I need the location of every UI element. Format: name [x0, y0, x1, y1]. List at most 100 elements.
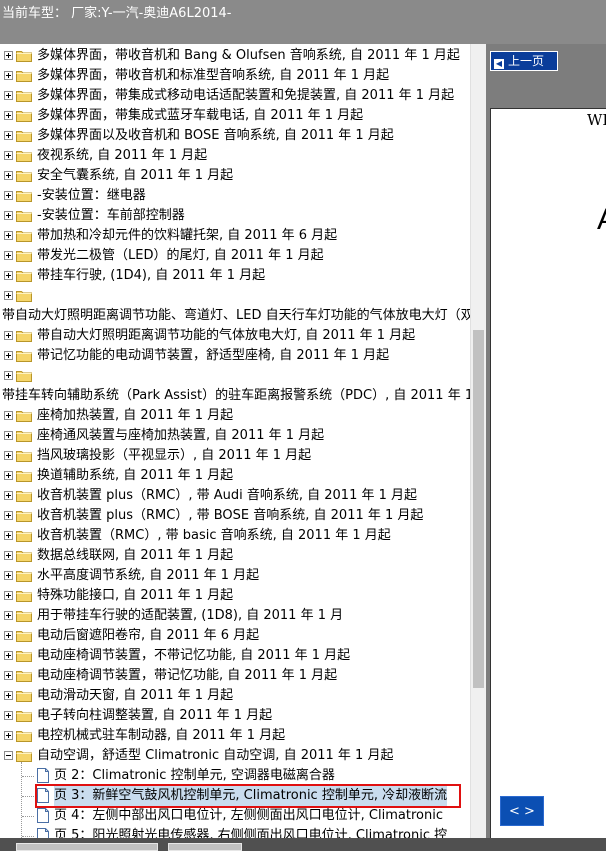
scrollbar-thumb[interactable]	[473, 330, 484, 688]
folder-icon	[16, 449, 32, 462]
expand-icon[interactable]	[4, 411, 13, 420]
tree-item-label: 座椅通风装置与座椅加热装置, 自 2011 年 1 月起	[37, 428, 325, 443]
expand-icon[interactable]	[4, 511, 13, 520]
current-vehicle-label: 当前车型： 厂家:Y-一汽-奥迪A6L2014-	[2, 6, 232, 21]
tree-item-label: 电动滑动天窗, 自 2011 年 1 月起	[37, 688, 234, 703]
previous-page-button[interactable]: ◀ 上一页	[490, 51, 558, 71]
tree-item-label: 电动座椅调节装置，不带记忆功能, 自 2011 年 1 月起	[37, 648, 351, 663]
document-page-icon	[37, 808, 49, 823]
expand-icon[interactable]	[4, 131, 13, 140]
folder-icon	[16, 189, 32, 202]
document-page-icon	[37, 768, 49, 783]
folder-icon	[16, 709, 32, 722]
collapse-icon[interactable]	[4, 751, 13, 760]
folder-icon	[16, 489, 32, 502]
tree-item-label: 带加热和冷却元件的饮料罐托架, 自 2011 年 6 月起	[37, 228, 338, 243]
previous-page-label: 上一页	[508, 54, 545, 68]
expand-icon[interactable]	[4, 191, 13, 200]
folder-icon	[16, 209, 32, 222]
document-viewer: ◀ 上一页 WI A < >	[486, 44, 606, 839]
expand-icon[interactable]	[4, 331, 13, 340]
expand-icon[interactable]	[4, 471, 13, 480]
tree-item-label: 电控机械式驻车制动器, 自 2011 年 1 月起	[37, 728, 286, 743]
tree-item-label: 页 4：左侧中部出风口电位计, 左侧侧面出风口电位计, Climatronic	[54, 808, 443, 823]
tree-scrollbar[interactable]	[470, 44, 486, 838]
tree-item-label: 收音机装置 plus（RMC）, 带 BOSE 音响系统, 自 2011 年 1…	[37, 508, 424, 523]
folder-icon	[16, 609, 32, 622]
title-bar: 当前车型： 厂家:Y-一汽-奥迪A6L2014-	[0, 0, 606, 44]
expand-icon[interactable]	[4, 491, 13, 500]
expand-icon[interactable]	[4, 91, 13, 100]
expand-icon[interactable]	[4, 371, 13, 380]
tree-item-label: 自动空调，舒适型 Climatronic 自动空调, 自 2011 年 1 月起	[37, 748, 394, 763]
expand-icon[interactable]	[4, 731, 13, 740]
folder-icon	[16, 529, 32, 542]
expand-icon[interactable]	[4, 171, 13, 180]
expand-icon[interactable]	[4, 111, 13, 120]
page-nav-button[interactable]: < >	[500, 796, 544, 826]
document-tree[interactable]: 多媒体界面，带收音机和 Bang & Olufsen 音响系统, 自 2011 …	[0, 44, 470, 838]
expand-icon[interactable]	[4, 531, 13, 540]
expand-icon[interactable]	[4, 351, 13, 360]
folder-icon	[16, 589, 32, 602]
expand-icon[interactable]	[4, 591, 13, 600]
folder-icon	[16, 689, 32, 702]
expand-icon[interactable]	[4, 431, 13, 440]
tree-item-label: 电子转向柱调整装置, 自 2011 年 1 月起	[37, 708, 273, 723]
expand-icon[interactable]	[4, 611, 13, 620]
tree-item-label: 多媒体界面，带收音机和标准型音响系统, 自 2011 年 1 月起	[37, 68, 390, 83]
tree-item-label: 挡风玻璃投影（平视显示）, 自 2011 年 1 月起	[37, 448, 312, 463]
tree-item-label: 收音机装置（RMC）, 带 basic 音响系统, 自 2011 年 1 月起	[37, 528, 391, 543]
expand-icon[interactable]	[4, 551, 13, 560]
expand-icon[interactable]	[4, 631, 13, 640]
folder-icon	[16, 429, 32, 442]
folder-icon	[16, 129, 32, 142]
expand-icon[interactable]	[4, 211, 13, 220]
folder-icon	[16, 369, 32, 382]
folder-icon	[16, 749, 32, 762]
folder-icon	[16, 89, 32, 102]
tree-item-label: -安装位置：车前部控制器	[37, 208, 185, 223]
arrow-left-icon: ◀	[494, 59, 504, 69]
bottom-tab-1[interactable]	[16, 843, 158, 851]
expand-icon[interactable]	[4, 651, 13, 660]
expand-icon[interactable]	[4, 291, 13, 300]
expand-icon[interactable]	[4, 271, 13, 280]
expand-icon[interactable]	[4, 671, 13, 680]
folder-icon	[16, 69, 32, 82]
document-page: WI A	[490, 108, 606, 839]
tree-item-label: 多媒体界面，带集成式移动电话适配装置和免提装置, 自 2011 年 1 月起	[37, 88, 455, 103]
tree-item-label: 数据总线联网, 自 2011 年 1 月起	[37, 548, 234, 563]
expand-icon[interactable]	[4, 71, 13, 80]
tree-item-label: 收音机装置 plus（RMC）, 带 Audi 音响系统, 自 2011 年 1…	[37, 488, 418, 503]
tree-item-label: -安装位置：继电器	[37, 188, 146, 203]
selection-highlight-box	[35, 784, 461, 808]
tree-item-label: 多媒体界面以及收音机和 BOSE 音响系统, 自 2011 年 1 月起	[37, 128, 394, 143]
folder-icon	[16, 509, 32, 522]
expand-icon[interactable]	[4, 151, 13, 160]
expand-icon[interactable]	[4, 571, 13, 580]
tree-item-label: 座椅加热装置, 自 2011 年 1 月起	[37, 408, 234, 423]
expand-icon[interactable]	[4, 451, 13, 460]
folder-icon	[16, 649, 32, 662]
tree-item-label: 页 5：阳光照射光电传感器, 右侧侧面出风口电位计, Climatronic 控	[54, 828, 448, 838]
folder-icon	[16, 349, 32, 362]
expand-icon[interactable]	[4, 251, 13, 260]
tree-item-label: 带挂车行驶, (1D4), 自 2011 年 1 月起	[37, 268, 266, 283]
folder-icon	[16, 469, 32, 482]
expand-icon[interactable]	[4, 711, 13, 720]
expand-icon[interactable]	[4, 231, 13, 240]
tree-item-label: 带记忆功能的电动调节装置，舒适型座椅, 自 2011 年 1 月起	[37, 348, 390, 363]
expand-icon[interactable]	[4, 691, 13, 700]
tree-item-label: 带自动大灯照明距离调节功能、弯道灯、LED 自天行车灯功能的气体放电大灯（双	[2, 308, 470, 323]
tree-item-label: 带挂车转向辅助系统（Park Assist）的驻车距离报警系统（PDC）, 自 …	[2, 388, 470, 403]
tree-item-label: 用于带挂车行驶的适配装置, (1D8), 自 2011 年 1 月	[37, 608, 344, 623]
folder-icon	[16, 629, 32, 642]
bottom-bar	[0, 838, 606, 851]
expand-icon[interactable]	[4, 51, 13, 60]
folder-icon	[16, 249, 32, 262]
folder-icon	[16, 49, 32, 62]
folder-icon	[16, 149, 32, 162]
bottom-tab-2[interactable]	[168, 843, 242, 851]
tree-item-label: 带自动大灯照明距离调节功能的气体放电大灯, 自 2011 年 1 月起	[37, 328, 416, 343]
